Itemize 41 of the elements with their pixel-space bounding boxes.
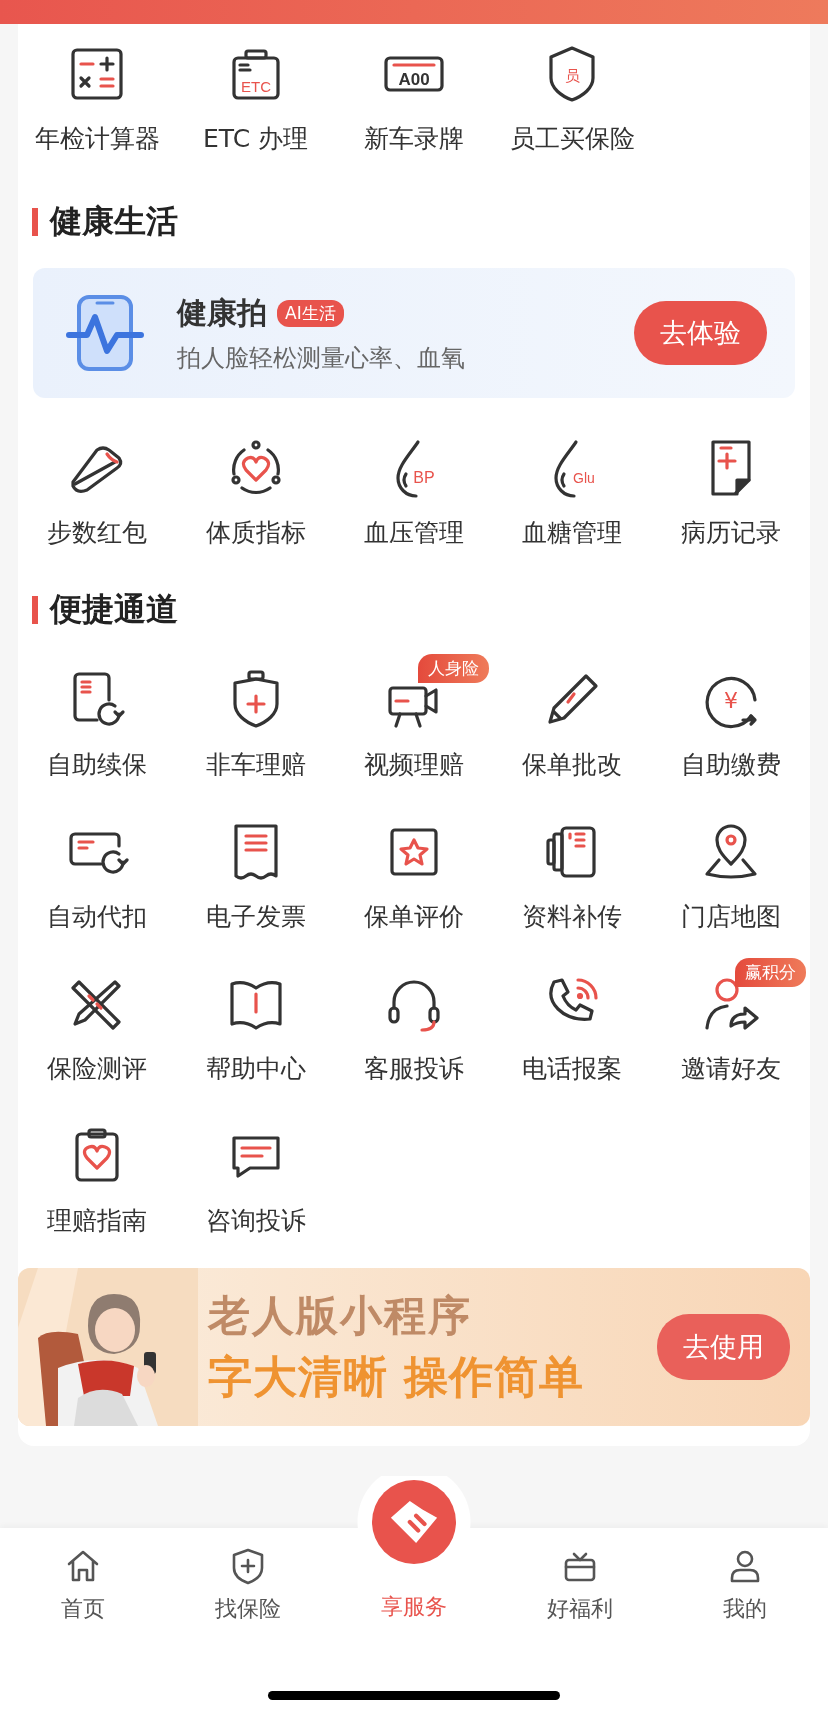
service-button[interactable]: A00 新车录牌 [334, 24, 494, 176]
service-button[interactable]: 病历记录 [651, 418, 810, 570]
service-button[interactable]: 理赔指南 [18, 1106, 177, 1258]
service-button[interactable]: 自动代扣 [18, 802, 177, 954]
service-button[interactable]: 自助续保 [18, 650, 177, 802]
promo-tag: 人身险 [418, 654, 489, 683]
service-button[interactable]: ETC ETC 办理 [176, 24, 335, 176]
tab[interactable]: 找保险 [165, 1528, 332, 1625]
banner-slogan: 字大清晰 操作简单 [208, 1349, 586, 1404]
service-button[interactable]: 客服投诉 [334, 954, 494, 1106]
service-button[interactable]: 电话报案 [493, 954, 652, 1106]
section-title: 便捷通道 [32, 590, 810, 630]
phone-pulse-icon [65, 293, 145, 373]
service-button[interactable]: 门店地图 [651, 802, 810, 954]
try-button[interactable]: 去体验 [634, 301, 767, 365]
tab[interactable]: 我的 [662, 1528, 828, 1625]
service-button[interactable]: 体质指标 [176, 418, 335, 570]
promo-title: 健康拍 [177, 293, 267, 332]
service-button[interactable]: 保单批改 [493, 650, 652, 802]
service-button[interactable]: BP 血压管理 [334, 418, 494, 570]
tab[interactable]: 好福利 [496, 1528, 663, 1625]
section-title: 健康生活 [32, 202, 810, 242]
service-button[interactable]: 步数红包 [18, 418, 177, 570]
service-button[interactable]: 人身险 视频理赔 [334, 650, 494, 802]
promo-subtitle: 拍人脸轻松测量心率、血氧 [177, 342, 466, 374]
tab[interactable]: 首页 [0, 1528, 166, 1625]
service-button[interactable]: 保险测评 [18, 954, 177, 1106]
service-button[interactable]: 帮助中心 [176, 954, 335, 1106]
service-button[interactable]: 非车理赔 [176, 650, 335, 802]
promo-tag: 赢积分 [734, 958, 806, 987]
service-button[interactable]: ¥ 自助缴费 [651, 650, 810, 802]
service-button[interactable]: 资料补传 [493, 802, 652, 954]
service-button[interactable]: 咨询投诉 [176, 1106, 335, 1258]
ai-tag: AI生活 [277, 299, 344, 327]
service-button[interactable]: Glu 血糖管理 [493, 418, 652, 570]
service-button[interactable]: 保单评价 [334, 802, 494, 954]
service-button[interactable]: 电子发票 [176, 802, 335, 954]
service-button[interactable]: 员 员工买保险 [493, 24, 652, 176]
banner-title: 老人版小程序 [208, 1289, 473, 1342]
service-button[interactable]: 赢积分 邀请好友 [651, 954, 810, 1106]
service-button[interactable]: 年检计算器 [18, 24, 177, 176]
